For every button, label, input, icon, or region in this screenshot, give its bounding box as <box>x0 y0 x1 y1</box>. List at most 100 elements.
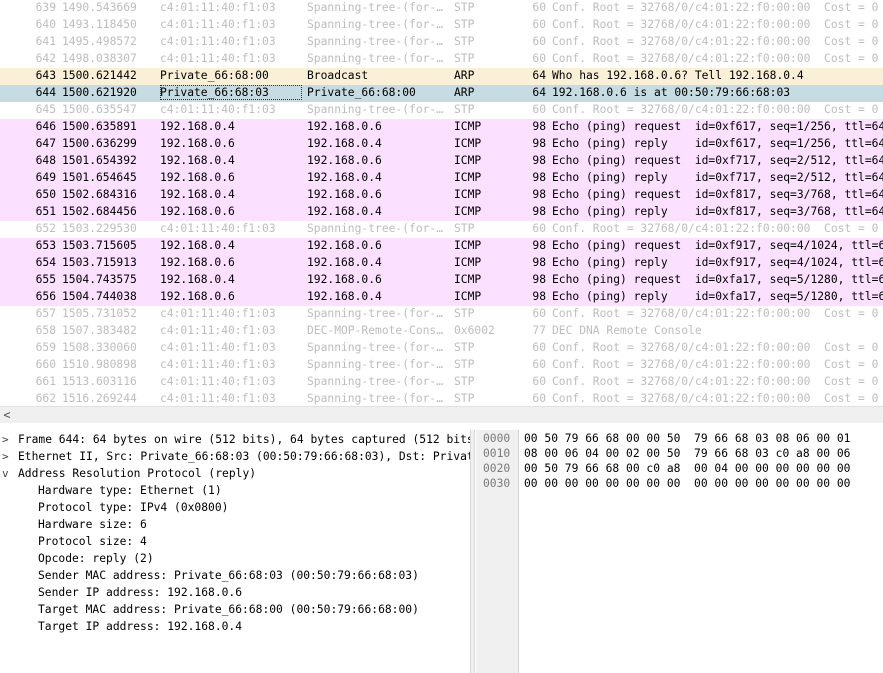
packet-row[interactable]: 660 1510.980898 c4:01:11:40:f1:03 Spanning-… <box>0 357 883 374</box>
packet-protocol: ICMP <box>454 290 482 303</box>
packet-row[interactable]: 662 1516.269244 c4:01:11:40:f1:03 Spanning-… <box>0 391 883 406</box>
collapsed-arrow-icon[interactable]: > <box>2 431 12 448</box>
packet-source: c4:01:11:40:f1:03 <box>160 35 276 48</box>
packet-destination: DEC-MOP-Remote-Cons… <box>307 324 444 337</box>
horizontal-scrollbar[interactable]: < <box>0 406 883 423</box>
tree-field[interactable]: Target IP address: 192.168.0.4 <box>0 618 470 635</box>
packet-protocol: ARP <box>454 86 475 99</box>
packet-time: 1498.038307 <box>62 52 137 65</box>
expanded-arrow-icon[interactable]: v <box>2 465 12 482</box>
packet-number: 660 <box>35 358 56 371</box>
packet-time: 1503.715913 <box>62 256 137 269</box>
packet-row[interactable]: 648 1501.654392 192.168.0.4 192.168.0.6 ICMP… <box>0 153 883 170</box>
tree-text: Protocol type: IPv4 (0x0800) <box>38 501 229 514</box>
packet-row[interactable]: 642 1498.038307 c4:01:11:40:f1:03 Spanning-… <box>0 51 883 68</box>
packet-length: 60 <box>532 35 546 48</box>
tree-field[interactable]: Target MAC address: Private_66:68:00 (00… <box>0 601 470 618</box>
packet-row[interactable]: 652 1503.229530 c4:01:11:40:f1:03 Spanning-… <box>0 221 883 238</box>
packet-protocol: STP <box>454 1 475 14</box>
packet-row[interactable]: 651 1502.684456 192.168.0.6 192.168.0.4 ICMP… <box>0 204 883 221</box>
bytes-row[interactable]: 0010 08 00 06 04 00 02 00 50 79 66 68 03 … <box>476 446 883 461</box>
packet-row[interactable]: 641 1495.498572 c4:01:11:40:f1:03 Spanning-… <box>0 34 883 51</box>
tree-text: Opcode: reply (2) <box>38 552 154 565</box>
packet-row[interactable]: 650 1502.684316 192.168.0.4 192.168.0.6 ICMP… <box>0 187 883 204</box>
packet-row[interactable]: 645 1500.635547 c4:01:11:40:f1:03 Spanning-… <box>0 102 883 119</box>
bytes-hex: 00 50 79 66 68 00 c0 a8 00 04 00 00 00 0… <box>524 462 851 475</box>
packet-destination: 192.168.0.6 <box>307 188 382 201</box>
tree-field[interactable]: Opcode: reply (2) <box>0 550 470 567</box>
packet-destination: 192.168.0.4 <box>307 256 382 269</box>
packet-info: Conf. Root = 32768/0/c4:01:22:f0:00:00 C… <box>552 52 879 65</box>
packet-protocol: ICMP <box>454 273 482 286</box>
packet-info: Conf. Root = 32768/0/c4:01:22:f0:00:00 C… <box>552 18 879 31</box>
packet-number: 641 <box>35 35 56 48</box>
packet-protocol: ICMP <box>454 205 482 218</box>
packet-row[interactable]: 659 1508.330060 c4:01:11:40:f1:03 Spanning-… <box>0 340 883 357</box>
packet-length: 98 <box>532 290 546 303</box>
packet-row[interactable]: 658 1507.383482 c4:01:11:40:f1:03 DEC-MOP-R… <box>0 323 883 340</box>
tree-field[interactable]: Sender IP address: 192.168.0.6 <box>0 584 470 601</box>
pane-splitter[interactable] <box>470 430 475 673</box>
packet-protocol: STP <box>454 341 475 354</box>
packet-destination: 192.168.0.4 <box>307 205 382 218</box>
packet-row[interactable]: 647 1500.636299 192.168.0.6 192.168.0.4 ICMP… <box>0 136 883 153</box>
packet-row[interactable]: 654 1503.715913 192.168.0.6 192.168.0.4 ICMP… <box>0 255 883 272</box>
packet-destination: Spanning-tree-(for-… <box>307 341 444 354</box>
packet-length: 60 <box>532 18 546 31</box>
packet-row[interactable]: 646 1500.635891 192.168.0.4 192.168.0.6 ICMP… <box>0 119 883 136</box>
packet-details-tree[interactable]: > Frame 644: 64 bytes on wire (512 bits),… <box>0 430 470 673</box>
packet-info: Conf. Root = 32768/0/c4:01:22:f0:00:00 C… <box>552 392 879 405</box>
packet-info: Conf. Root = 32768/0/c4:01:22:f0:00:00 C… <box>552 375 879 388</box>
packet-destination: Private_66:68:00 <box>307 86 416 99</box>
packet-row[interactable]: 653 1503.715605 192.168.0.4 192.168.0.6 ICMP… <box>0 238 883 255</box>
packet-row[interactable]: 656 1504.744038 192.168.0.6 192.168.0.4 ICMP… <box>0 289 883 306</box>
packet-row[interactable]: 639 1490.543669 c4:01:11:40:f1:03 Spanning-… <box>0 0 883 17</box>
tree-field[interactable]: Protocol size: 4 <box>0 533 470 550</box>
packet-time: 1500.635547 <box>62 103 137 116</box>
packet-destination: 192.168.0.4 <box>307 290 382 303</box>
packet-time: 1490.543669 <box>62 1 137 14</box>
packet-number: 655 <box>35 273 56 286</box>
tree-node[interactable]: > Ethernet II, Src: Private_66:68:03 (00:… <box>0 448 470 465</box>
packet-source: 192.168.0.4 <box>160 273 235 286</box>
packet-row[interactable]: 643 1500.621442 Private_66:68:00 Broadcast A… <box>0 68 883 85</box>
tree-node[interactable]: > Frame 644: 64 bytes on wire (512 bits),… <box>0 431 470 448</box>
packet-protocol: ICMP <box>454 120 482 133</box>
packet-destination: 192.168.0.6 <box>307 273 382 286</box>
packet-protocol: STP <box>454 18 475 31</box>
packet-bytes-pane[interactable]: 0000 00 50 79 66 68 00 00 50 79 66 68 03 … <box>476 430 883 673</box>
packet-time: 1500.635891 <box>62 120 137 133</box>
packet-length: 98 <box>532 256 546 269</box>
packet-destination: Spanning-tree-(for-… <box>307 392 444 405</box>
packet-source: Private_66:68:00 <box>160 69 269 82</box>
collapsed-arrow-icon[interactable]: > <box>2 448 12 465</box>
bytes-row[interactable]: 0030 00 00 00 00 00 00 00 00 00 00 00 00 … <box>476 476 883 491</box>
tree-field[interactable]: Sender MAC address: Private_66:68:03 (00… <box>0 567 470 584</box>
tree-field[interactable]: Protocol type: IPv4 (0x0800) <box>0 499 470 516</box>
packet-row-selected[interactable]: 644 1500.621920 Private_66:68:03 Private_66… <box>0 85 883 102</box>
packet-row[interactable]: 661 1513.603116 c4:01:11:40:f1:03 Spanning-… <box>0 374 883 391</box>
packet-row[interactable]: 649 1501.654645 192.168.0.6 192.168.0.4 ICMP… <box>0 170 883 187</box>
packet-length: 60 <box>532 375 546 388</box>
packet-info: Echo (ping) reply id=0xf617, seq=1/256, … <box>552 137 883 150</box>
tree-text: Sender IP address: 192.168.0.6 <box>38 586 243 599</box>
packet-row[interactable]: 657 1505.731052 c4:01:11:40:f1:03 Spanning-… <box>0 306 883 323</box>
bytes-row[interactable]: 0020 00 50 79 66 68 00 c0 a8 00 04 00 00 … <box>476 461 883 476</box>
bytes-row[interactable]: 0000 00 50 79 66 68 00 00 50 79 66 68 03 … <box>476 431 883 446</box>
tree-node[interactable]: v Address Resolution Protocol (reply) <box>0 465 470 482</box>
packet-info: 192.168.0.6 is at 00:50:79:66:68:03 <box>552 86 791 99</box>
packet-list[interactable]: 639 1490.543669 c4:01:11:40:f1:03 Spanning-… <box>0 0 883 406</box>
packet-time: 1510.980898 <box>62 358 137 371</box>
packet-time: 1501.654645 <box>62 171 137 184</box>
packet-time: 1513.603116 <box>62 375 137 388</box>
packet-time: 1504.743575 <box>62 273 137 286</box>
scroll-left-arrow-icon[interactable]: < <box>1 407 13 423</box>
tree-text: Target MAC address: Private_66:68:00 (00… <box>38 603 419 616</box>
tree-field[interactable]: Hardware size: 6 <box>0 516 470 533</box>
packet-source: Private_66:68:03 <box>160 85 302 100</box>
tree-field[interactable]: Hardware type: Ethernet (1) <box>0 482 470 499</box>
packet-info: Conf. Root = 32768/0/c4:01:22:f0:00:00 C… <box>552 103 879 116</box>
packet-row[interactable]: 655 1504.743575 192.168.0.4 192.168.0.6 ICMP… <box>0 272 883 289</box>
packet-number: 647 <box>35 137 56 150</box>
packet-row[interactable]: 640 1493.118450 c4:01:11:40:f1:03 Spanning-… <box>0 17 883 34</box>
